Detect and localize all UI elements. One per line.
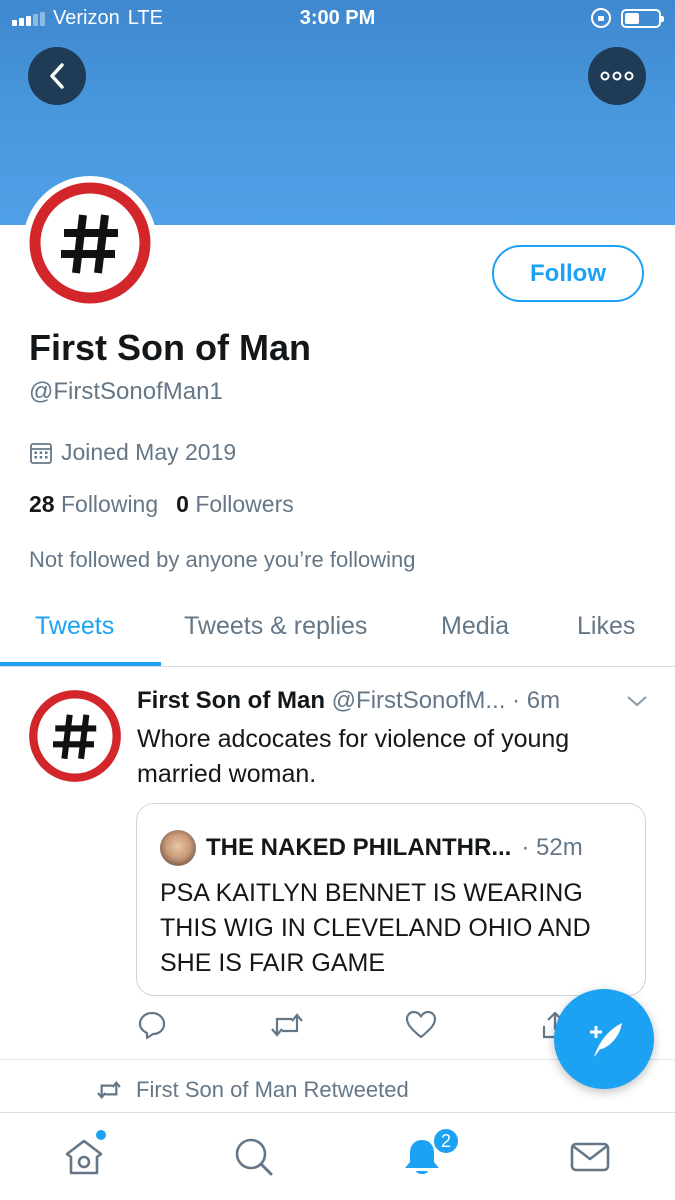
bottom-nav — [0, 1112, 675, 1200]
tweet-avatar[interactable] — [28, 689, 122, 788]
profile-name: First Son of Man — [29, 327, 311, 368]
retweet-icon — [97, 1080, 121, 1100]
not-followed-notice: Not followed by anyone you’re following — [29, 547, 416, 572]
quoted-author-name: THE NAKED PHILANTHR... — [206, 834, 512, 861]
heart-icon — [405, 1010, 437, 1039]
like-button[interactable] — [405, 1010, 437, 1045]
nav-search[interactable] — [232, 1135, 276, 1184]
quoted-tweet-header: THE NAKED PHILANTHR... · 52m — [160, 830, 583, 866]
more-options-button[interactable] — [588, 47, 646, 105]
chevron-left-icon — [50, 63, 64, 89]
reply-icon — [138, 1011, 166, 1040]
mail-icon — [570, 1142, 610, 1172]
calendar-icon — [30, 442, 52, 464]
following-count: 28 — [29, 491, 55, 517]
follow-counts: 28 Following 0 Followers — [29, 491, 294, 518]
status-time: 3:00 PM — [299, 7, 376, 29]
active-tab-indicator — [0, 662, 161, 666]
status-bar: Verizon LTE 3:00 PM — [0, 0, 675, 38]
notifications-badge: 2 — [432, 1127, 460, 1155]
tab-tweets[interactable]: Tweets — [35, 612, 114, 641]
nav-messages[interactable] — [568, 1135, 612, 1184]
nav-home[interactable] — [62, 1135, 106, 1184]
retweeted-indicator: First Son of Man Retweeted — [96, 1077, 409, 1103]
tweet-author-handle[interactable]: @FirstSonofM... — [332, 687, 506, 714]
followers-link[interactable]: 0 Followers — [176, 491, 294, 518]
joined-date: Joined May 2019 — [29, 439, 236, 466]
quoted-tweet-text: PSA KAITLYN BENNET IS WEARING THIS WIG I… — [160, 879, 591, 977]
chevron-down-icon — [627, 696, 647, 707]
follow-button[interactable]: Follow — [492, 245, 644, 302]
hashtag-avatar-icon — [29, 182, 151, 304]
profile-avatar[interactable] — [23, 176, 157, 310]
following-link[interactable]: 28 Following — [29, 491, 158, 518]
hashtag-avatar-icon — [29, 690, 121, 782]
tab-tweets-replies[interactable]: Tweets & replies — [184, 612, 367, 641]
tweet-actions — [137, 1010, 577, 1044]
quoted-avatar — [160, 830, 196, 866]
battery-icon — [621, 8, 664, 28]
tweet-menu-button[interactable] — [626, 694, 648, 713]
back-button[interactable] — [28, 47, 86, 105]
tab-likes[interactable]: Likes — [577, 612, 635, 641]
quoted-time: · 52m — [521, 834, 583, 861]
compose-tweet-button[interactable] — [554, 989, 654, 1089]
quoted-tweet[interactable]: THE NAKED PHILANTHR... · 52m PSA KAITLYN… — [136, 803, 646, 996]
following-label: Following — [60, 491, 159, 517]
reply-button[interactable] — [137, 1010, 167, 1045]
profile-handle: @FirstSonofMan1 — [29, 378, 223, 405]
orientation-lock-icon — [591, 8, 611, 28]
retweet-button[interactable] — [270, 1010, 304, 1045]
joined-text: Joined May 2019 — [61, 439, 237, 465]
tweet-header: First Son of Man @FirstSonofM... · 6m — [137, 687, 637, 715]
home-icon — [65, 1139, 103, 1175]
compose-tweet-icon — [590, 1023, 622, 1057]
tweet-text: Whore adcocates for violence of young ma… — [137, 725, 570, 788]
profile-tabs: Tweets Tweets & replies Media Likes — [0, 600, 675, 667]
home-new-dot — [96, 1130, 106, 1140]
tab-media[interactable]: Media — [441, 612, 509, 641]
retweet-icon — [271, 1013, 303, 1037]
search-icon — [235, 1138, 273, 1176]
tweet-author-name[interactable]: First Son of Man — [137, 687, 325, 714]
retweeted-text: First Son of Man Retweeted — [136, 1077, 409, 1102]
more-options-icon — [600, 71, 634, 81]
followers-label: Followers — [195, 491, 294, 517]
followers-count: 0 — [176, 491, 189, 517]
tweet-time: · 6m — [512, 687, 561, 714]
